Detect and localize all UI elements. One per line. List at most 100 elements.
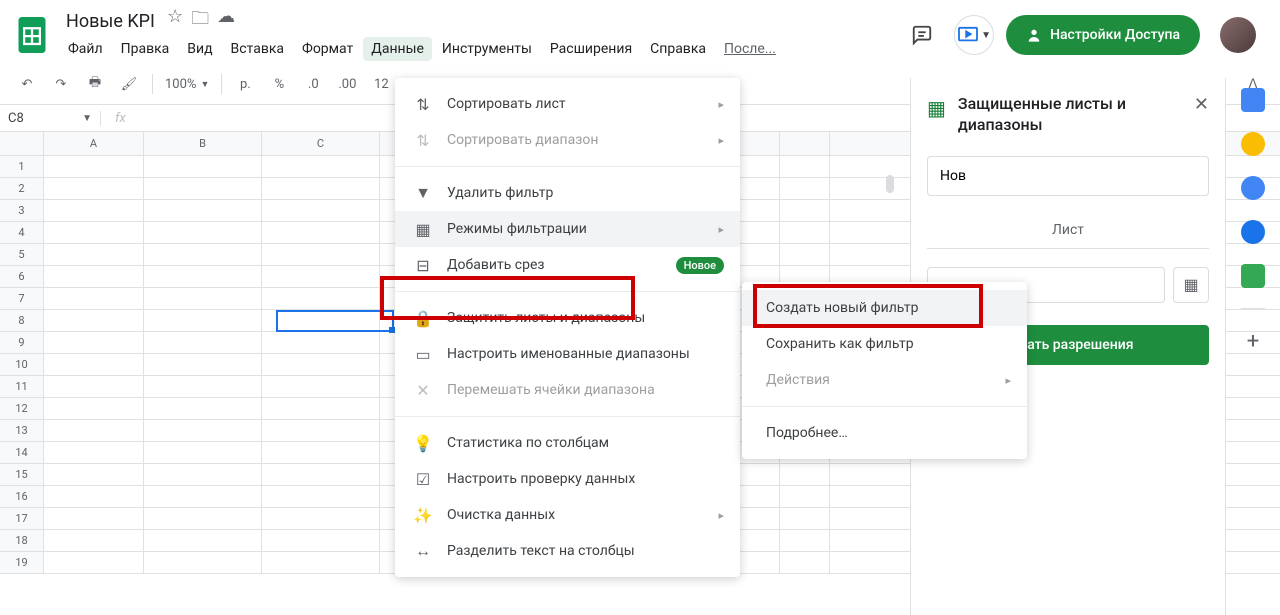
calendar-app-icon[interactable]: [1241, 88, 1265, 112]
cell[interactable]: [262, 178, 380, 199]
cell[interactable]: [262, 244, 380, 265]
cell[interactable]: [780, 156, 830, 177]
cell[interactable]: [262, 552, 380, 573]
menu-data[interactable]: Данные: [363, 37, 432, 61]
cell[interactable]: [144, 552, 262, 573]
row-header[interactable]: 5: [0, 244, 44, 265]
cell[interactable]: [144, 178, 262, 199]
cell[interactable]: [262, 420, 380, 441]
create-filter-item[interactable]: Создать новый фильтр: [742, 290, 1027, 326]
menu-last-edit[interactable]: После...: [716, 37, 784, 61]
learn-more-item[interactable]: Подробнее…: [742, 415, 1027, 451]
cell[interactable]: [780, 178, 830, 199]
col-stats-item[interactable]: 💡Статистика по столбцам: [395, 425, 740, 461]
cell[interactable]: [44, 376, 144, 397]
row-header[interactable]: 12: [0, 398, 44, 419]
print-icon[interactable]: 🖶: [80, 69, 110, 99]
cell[interactable]: [780, 244, 830, 265]
undo-icon[interactable]: ↶: [12, 69, 42, 99]
cell[interactable]: [44, 530, 144, 551]
cell[interactable]: [44, 156, 144, 177]
data-validation-item[interactable]: ☑Настроить проверку данных: [395, 461, 740, 497]
row-header[interactable]: 13: [0, 420, 44, 441]
cell[interactable]: [144, 442, 262, 463]
select-all-corner[interactable]: [0, 132, 44, 155]
row-header[interactable]: 19: [0, 552, 44, 573]
sort-sheet-item[interactable]: ⇅Сортировать лист▸: [395, 86, 740, 122]
add-slicer-item[interactable]: ⊟Добавить срезНовое: [395, 247, 740, 283]
menu-view[interactable]: Вид: [179, 37, 220, 61]
cell[interactable]: [144, 486, 262, 507]
decrease-decimal-icon[interactable]: .0: [298, 69, 328, 99]
row-header[interactable]: 17: [0, 508, 44, 529]
row-header[interactable]: 16: [0, 486, 44, 507]
cell[interactable]: [262, 464, 380, 485]
cell[interactable]: [44, 420, 144, 441]
close-icon[interactable]: ✕: [1194, 94, 1209, 115]
star-icon[interactable]: ☆: [167, 6, 183, 36]
cell[interactable]: [780, 200, 830, 221]
contacts-app-icon[interactable]: [1241, 220, 1265, 244]
maps-app-icon[interactable]: [1241, 264, 1265, 288]
row-header[interactable]: 3: [0, 200, 44, 221]
remove-filter-item[interactable]: ▼Удалить фильтр: [395, 175, 740, 211]
row-header[interactable]: 9: [0, 332, 44, 353]
row-header[interactable]: 18: [0, 530, 44, 551]
cell[interactable]: [144, 354, 262, 375]
filter-views-item[interactable]: ▦Режимы фильтрации▸: [395, 211, 740, 247]
cell[interactable]: [144, 398, 262, 419]
cell[interactable]: [44, 552, 144, 573]
row-header[interactable]: 7: [0, 288, 44, 309]
cell[interactable]: [780, 464, 830, 485]
currency-icon[interactable]: р.: [230, 69, 260, 99]
avatar[interactable]: [1220, 17, 1256, 53]
cell[interactable]: [262, 376, 380, 397]
cell[interactable]: [780, 508, 830, 529]
cell[interactable]: [144, 332, 262, 353]
doc-title[interactable]: Новые KPI: [60, 10, 161, 33]
row-header[interactable]: 15: [0, 464, 44, 485]
keep-app-icon[interactable]: [1241, 132, 1265, 156]
cell[interactable]: [262, 508, 380, 529]
cell[interactable]: [262, 442, 380, 463]
cell[interactable]: [262, 530, 380, 551]
cell[interactable]: [262, 310, 380, 331]
cell[interactable]: [262, 288, 380, 309]
cell[interactable]: [262, 486, 380, 507]
cell[interactable]: [144, 464, 262, 485]
cell[interactable]: [44, 266, 144, 287]
add-app-icon[interactable]: +: [1247, 329, 1259, 354]
cell[interactable]: [44, 200, 144, 221]
cell[interactable]: [44, 332, 144, 353]
sheet-tab[interactable]: Лист: [927, 212, 1209, 248]
menu-insert[interactable]: Вставка: [223, 37, 292, 61]
cell[interactable]: [780, 552, 830, 573]
share-button[interactable]: Настройки Доступа: [1006, 15, 1200, 55]
row-header[interactable]: 14: [0, 442, 44, 463]
move-icon[interactable]: 🗀: [191, 6, 209, 36]
cell[interactable]: [44, 486, 144, 507]
protect-item[interactable]: 🔒Защитить листы и диапазоны: [395, 300, 740, 336]
increase-decimal-icon[interactable]: .00: [332, 69, 362, 99]
cell[interactable]: [262, 200, 380, 221]
split-text-item[interactable]: ↔Разделить текст на столбцы: [395, 533, 740, 569]
named-ranges-item[interactable]: ▭Настроить именованные диапазоны: [395, 336, 740, 372]
cell[interactable]: [262, 266, 380, 287]
scrollbar-thumb[interactable]: [886, 175, 894, 193]
menu-file[interactable]: Файл: [60, 37, 111, 61]
menu-tools[interactable]: Инструменты: [434, 37, 540, 61]
cloud-icon[interactable]: ☁: [217, 6, 235, 36]
cell[interactable]: [44, 464, 144, 485]
cell[interactable]: [44, 222, 144, 243]
comments-icon[interactable]: [902, 15, 942, 55]
row-header[interactable]: 2: [0, 178, 44, 199]
cell[interactable]: [44, 178, 144, 199]
menu-edit[interactable]: Правка: [113, 37, 178, 61]
sheets-logo[interactable]: [12, 15, 52, 55]
zoom-select[interactable]: 100% ▼: [161, 77, 213, 92]
cell[interactable]: [44, 288, 144, 309]
save-as-filter-item[interactable]: Сохранить как фильтр: [742, 326, 1027, 362]
cell[interactable]: [144, 530, 262, 551]
cell[interactable]: [262, 222, 380, 243]
cell[interactable]: [44, 244, 144, 265]
